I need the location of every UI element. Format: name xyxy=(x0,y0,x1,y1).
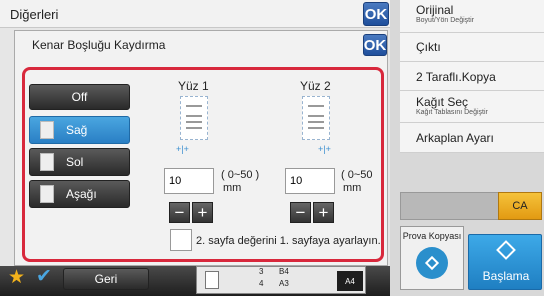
same-value-checkbox-label: 2. sayfa değerini 1. sayfaya ayarlayın. xyxy=(196,235,381,247)
tray-row2-num: 4 xyxy=(259,279,264,288)
right-item-output[interactable]: Çıktı xyxy=(400,33,544,62)
option-left-button[interactable]: Sol xyxy=(29,148,130,176)
tray-status: 3 B4 4 A3 A4 xyxy=(196,266,366,294)
side1-plus-button[interactable]: + xyxy=(192,202,213,223)
dialog-title: Kenar Boşluğu Kaydırma xyxy=(32,38,166,52)
proof-copy-icon xyxy=(416,247,448,279)
side2-shift-arrow-icon: +|+ xyxy=(318,144,331,154)
side1-shift-arrow-icon: +|+ xyxy=(176,144,189,154)
dialog-ok-button[interactable]: OK xyxy=(363,34,387,56)
proof-copy-button[interactable]: Prova Kopyası xyxy=(400,226,464,290)
right-item-original[interactable]: Orijinal Boyut/Yön Değiştir xyxy=(400,0,544,33)
page-left-icon xyxy=(40,153,54,171)
side2-margin-field[interactable]: 10 xyxy=(285,168,335,194)
page-down-icon xyxy=(40,185,54,203)
side1-range: ( 0~50 ) xyxy=(221,169,260,181)
tray-icon xyxy=(205,271,219,289)
ca-bar xyxy=(400,192,500,220)
side2-range: ( 0~50 xyxy=(341,169,373,181)
option-off-button[interactable]: Off xyxy=(29,84,130,110)
option-down-label: Aşağı xyxy=(66,187,97,201)
start-button[interactable]: Başlama xyxy=(468,234,542,290)
outer-ok-button[interactable]: OK xyxy=(363,2,389,26)
tray-row1-num: 3 xyxy=(259,267,264,276)
option-right-label: Sağ xyxy=(66,123,88,137)
right-item-duplex[interactable]: 2 Taraflı.Kopya xyxy=(400,62,544,91)
side1-page-icon xyxy=(180,96,208,140)
proof-copy-label: Prova Kopyası xyxy=(402,231,462,241)
outer-title: Diğerleri xyxy=(10,7,59,22)
start-label: Başlama xyxy=(482,269,530,283)
start-icon xyxy=(496,240,516,260)
tray-row2-size: A3 xyxy=(279,279,289,288)
right-item-background[interactable]: Arkaplan Ayarı xyxy=(400,123,544,153)
side2-plus-button[interactable]: + xyxy=(313,202,334,223)
favorite-star-icon[interactable]: ★ xyxy=(8,266,32,290)
paper-size-badge: A4 xyxy=(337,271,363,291)
side1-unit: mm xyxy=(223,182,242,194)
same-value-checkbox[interactable] xyxy=(170,229,192,251)
option-left-label: Sol xyxy=(66,155,84,169)
option-right-button[interactable]: Sağ xyxy=(29,116,130,144)
side1-label: Yüz 1 xyxy=(178,79,209,93)
side2-minus-button[interactable]: − xyxy=(290,202,311,223)
page-right-icon xyxy=(40,121,54,139)
side1-minus-button[interactable]: − xyxy=(169,202,190,223)
side2-page-icon xyxy=(302,96,330,140)
side1-margin-field[interactable]: 10 xyxy=(164,168,214,194)
back-button[interactable]: Geri xyxy=(63,268,149,290)
ca-button[interactable]: CA xyxy=(498,192,542,220)
side2-unit: mm xyxy=(343,182,362,194)
check-icon[interactable]: ✔ xyxy=(36,265,60,289)
option-down-button[interactable]: Aşağı xyxy=(29,180,130,208)
outer-header: Diğerleri xyxy=(0,0,390,28)
tray-row1-size: B4 xyxy=(279,267,289,276)
right-item-paper-select[interactable]: Kağıt Seç Kağıt Tablasını Değiştir xyxy=(400,91,544,123)
side2-label: Yüz 2 xyxy=(300,79,331,93)
